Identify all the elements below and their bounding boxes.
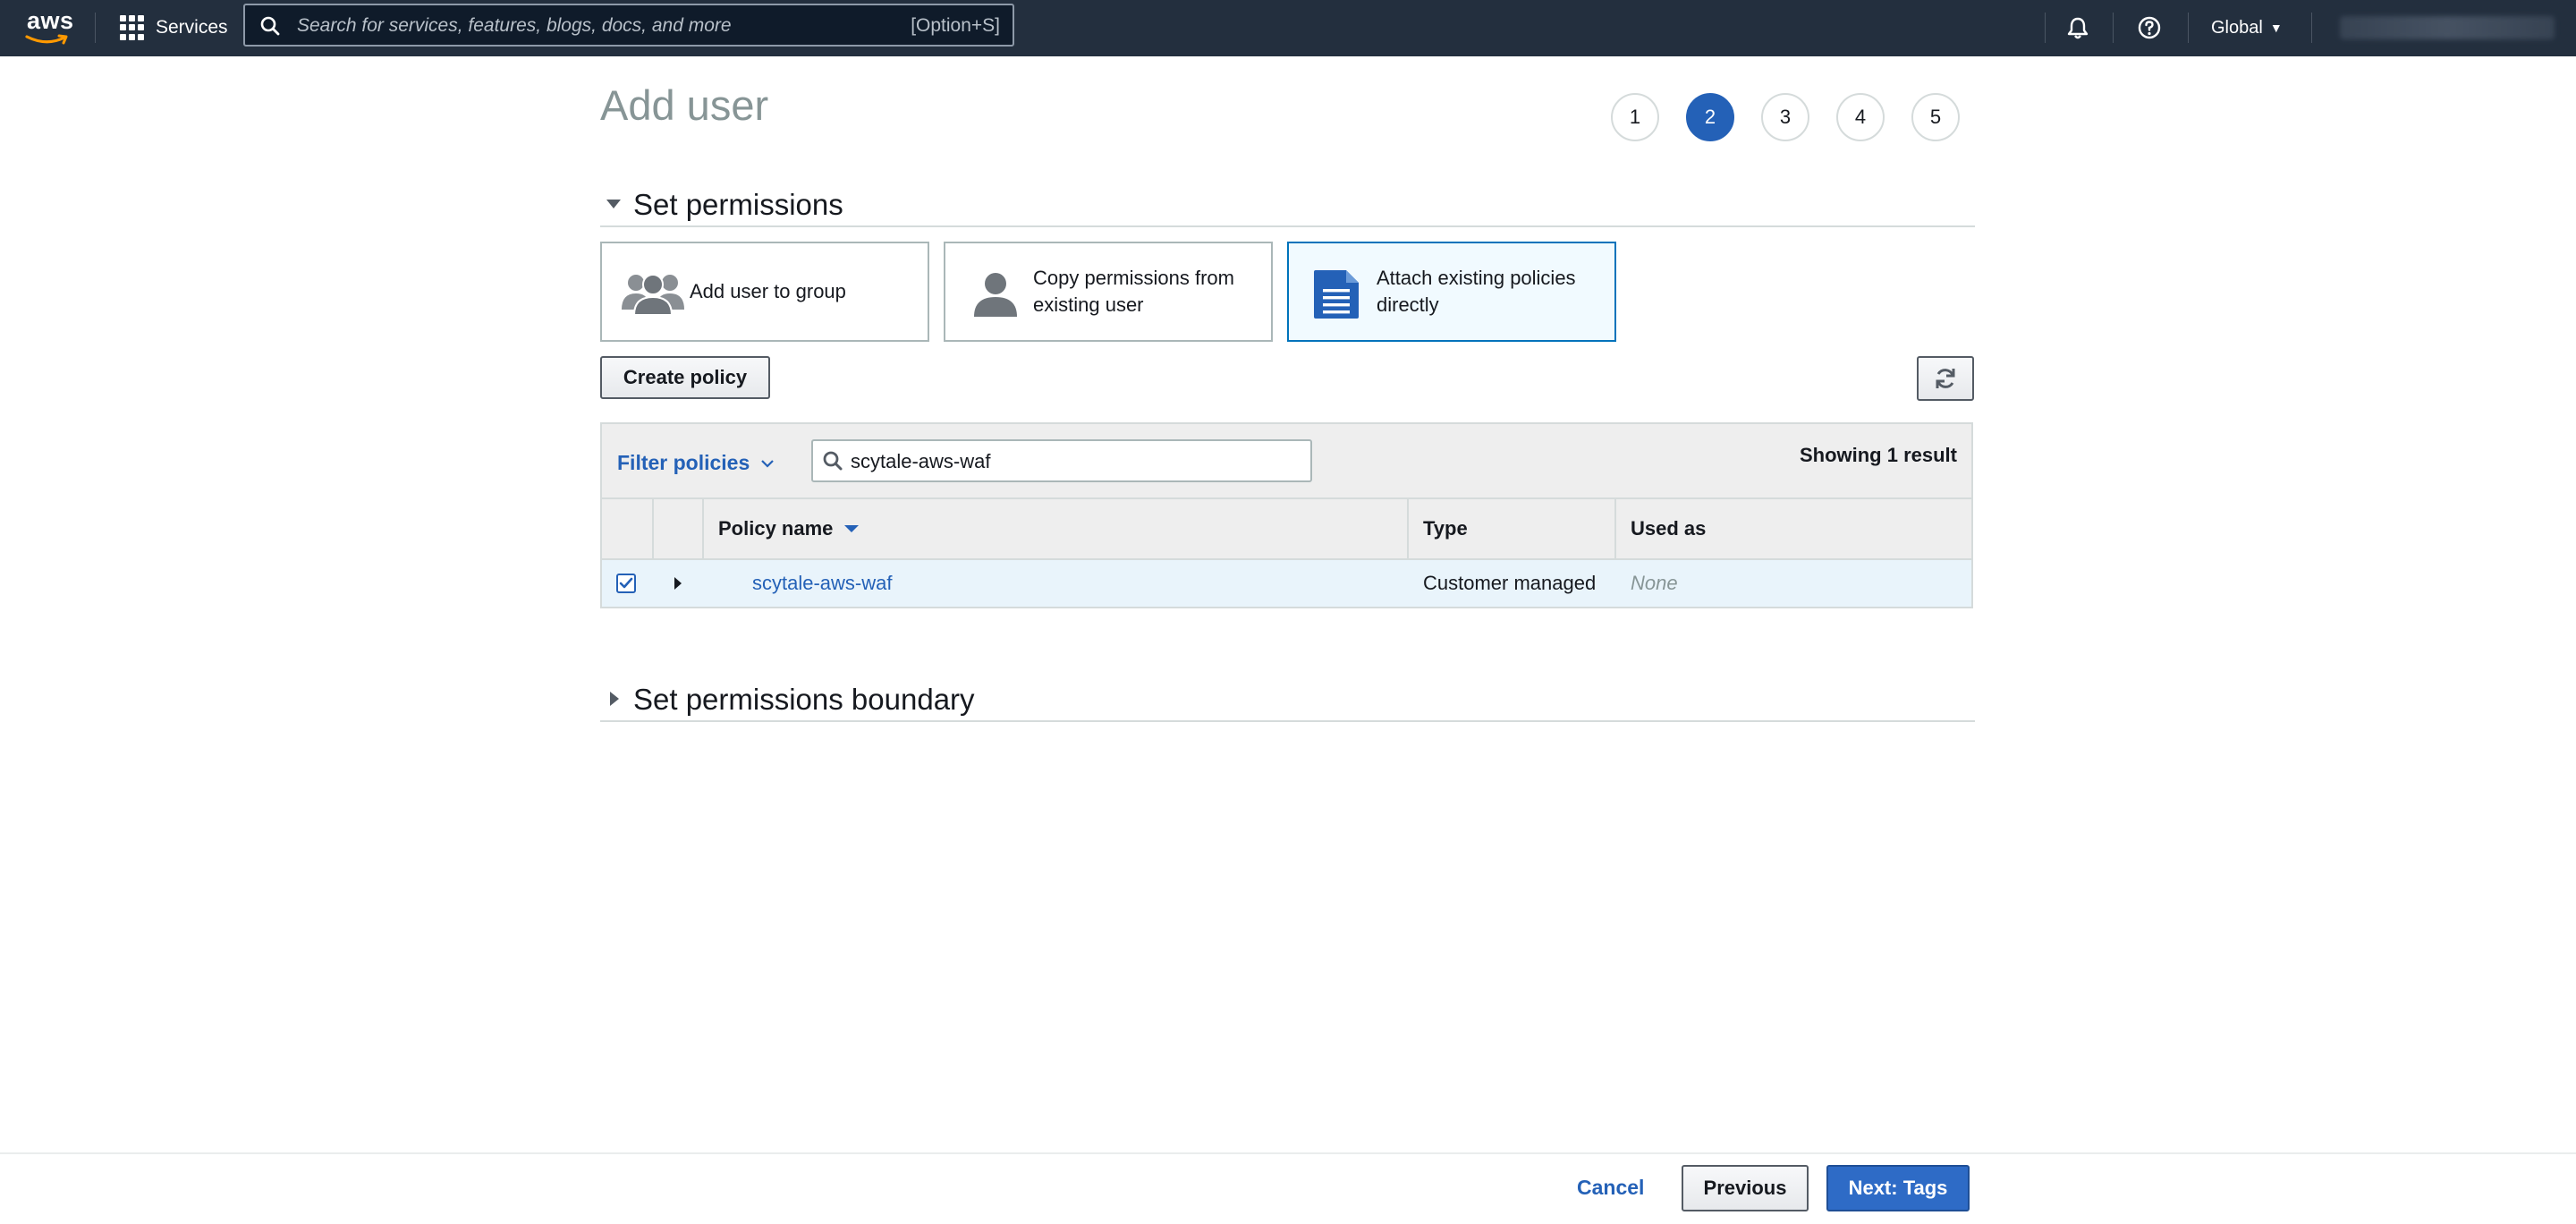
table-header-row: Policy name Type Used as [602, 499, 1971, 560]
nav-divider [95, 13, 96, 43]
result-count: Showing 1 result [1799, 444, 1957, 466]
nav-divider [2188, 13, 2189, 43]
row-expand[interactable] [674, 560, 682, 607]
sort-descending-icon[interactable] [843, 524, 860, 533]
policy-name-link[interactable]: scytale-aws-waf [752, 572, 892, 595]
step-4[interactable]: 4 [1836, 93, 1885, 141]
services-label: Services [156, 17, 228, 38]
page-title: Add user [600, 81, 769, 129]
services-menu-button[interactable]: Services [120, 13, 228, 43]
add-user-to-group-label: Add user to group [690, 280, 846, 302]
caret-down-icon: ▼ [2269, 21, 2283, 35]
account-menu-blurred[interactable] [2340, 16, 2555, 39]
region-selector[interactable]: Global ▼ [2211, 13, 2283, 43]
step-5[interactable]: 5 [1911, 93, 1960, 141]
select-column-header [602, 499, 654, 558]
global-search-box[interactable]: [Option+S] [243, 4, 1014, 47]
attach-policies-label: Attach existing policies directly [1377, 267, 1576, 316]
global-search-input[interactable] [295, 11, 853, 41]
add-user-to-group-option[interactable]: Add user to group [600, 242, 929, 342]
attach-policies-option-selected[interactable]: Attach existing policies directly [1287, 242, 1616, 342]
policy-name-cell: scytale-aws-waf [752, 560, 892, 607]
next-tags-button[interactable]: Next: Tags [1826, 1165, 1970, 1211]
nav-divider [2311, 13, 2312, 43]
search-icon [823, 451, 843, 471]
wizard-footer: Cancel Previous Next: Tags [0, 1152, 2576, 1224]
used-as-column-header[interactable]: Used as [1616, 499, 1971, 558]
previous-button[interactable]: Previous [1682, 1165, 1809, 1211]
policy-search-input[interactable] [849, 448, 1300, 475]
copy-permissions-option[interactable]: Copy permissions from existing user [944, 242, 1273, 342]
permissions-boundary-title: Set permissions boundary [633, 683, 975, 716]
expand-column-header [654, 499, 704, 558]
aws-smile-icon [25, 34, 68, 45]
notifications-bell-icon[interactable] [2063, 13, 2093, 43]
cancel-link[interactable]: Cancel [1577, 1176, 1644, 1200]
checkmark-icon [619, 577, 633, 589]
table-filter-bar: Filter policies Showing 1 result [602, 424, 1971, 499]
wizard-steps: 1 2 3 4 5 [1611, 93, 1987, 141]
policy-name-column-header[interactable]: Policy name [704, 499, 1409, 558]
set-permissions-header[interactable]: Set permissions [600, 183, 1975, 227]
policy-used-as-cell: None [1631, 572, 1678, 594]
apps-grid-icon [120, 15, 145, 40]
set-permissions-title: Set permissions [633, 188, 843, 221]
search-shortcut-hint: [Option+S] [911, 15, 1000, 36]
user-group-icon [622, 274, 684, 316]
user-icon [974, 273, 1017, 317]
create-policy-button[interactable]: Create policy [600, 356, 770, 399]
chevron-down-icon [761, 459, 775, 468]
top-navigation-bar: aws Services [Option+S] [0, 0, 2576, 56]
policy-search-box[interactable] [811, 439, 1312, 482]
step-1[interactable]: 1 [1611, 93, 1659, 141]
aws-logo[interactable]: aws [25, 7, 74, 47]
nav-divider [2113, 13, 2114, 43]
refresh-button[interactable] [1917, 356, 1974, 401]
policies-table: Filter policies Showing 1 result Policy … [600, 422, 1973, 608]
refresh-icon [1936, 369, 1955, 388]
help-icon[interactable] [2134, 13, 2165, 43]
copy-permissions-label: Copy permissions from existing user [1033, 267, 1234, 316]
filter-policies-dropdown[interactable]: Filter policies [617, 451, 775, 475]
aws-logo-text: aws [27, 7, 74, 34]
region-label: Global [2211, 17, 2263, 38]
nav-divider [2045, 13, 2046, 43]
caret-right-icon[interactable] [609, 691, 620, 707]
type-column-header[interactable]: Type [1409, 499, 1616, 558]
policy-type-cell: Customer managed [1423, 572, 1597, 594]
document-icon [1314, 270, 1359, 319]
row-checkbox-checked[interactable] [616, 574, 636, 593]
filter-policies-label: Filter policies [617, 451, 750, 474]
step-2-active[interactable]: 2 [1686, 93, 1734, 141]
permissions-boundary-header[interactable]: Set permissions boundary [600, 677, 1975, 722]
row-select[interactable] [616, 560, 636, 607]
search-icon [260, 16, 280, 36]
caret-down-icon[interactable] [606, 199, 622, 209]
caret-right-icon[interactable] [674, 576, 682, 591]
step-3[interactable]: 3 [1761, 93, 1809, 141]
table-row[interactable]: scytale-aws-waf Customer managed None [602, 560, 1971, 607]
